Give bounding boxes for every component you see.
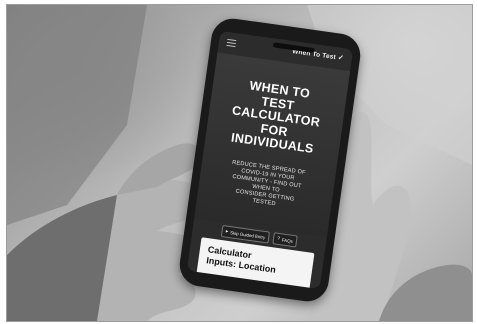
- arrow-icon: ▸: [225, 228, 229, 235]
- card-title: Calculator Inputs: Location: [206, 244, 314, 280]
- question-circle-icon: ?: [276, 235, 281, 243]
- phone-screen: When To Test ✓ WHEN TO TEST CALCULATOR F…: [186, 30, 354, 290]
- check-mark-icon: ✓: [337, 54, 345, 63]
- skip-guided-entry-label: Skip Guided Entry: [229, 229, 266, 240]
- hero-section: WHEN TO TEST CALCULATOR FOR INDIVIDUALS …: [194, 52, 351, 238]
- hero-subtitle: REDUCE THE SPREAD OF COVID-19 IN YOUR CO…: [211, 157, 322, 213]
- faqs-button[interactable]: ? FAQs: [272, 232, 298, 248]
- faqs-label: FAQs: [281, 236, 294, 244]
- hamburger-menu-icon[interactable]: [226, 38, 237, 47]
- photo-frame: When To Test ✓ WHEN TO TEST CALCULATOR F…: [6, 4, 473, 322]
- hero-title: WHEN TO TEST CALCULATOR FOR INDIVIDUALS: [215, 76, 337, 159]
